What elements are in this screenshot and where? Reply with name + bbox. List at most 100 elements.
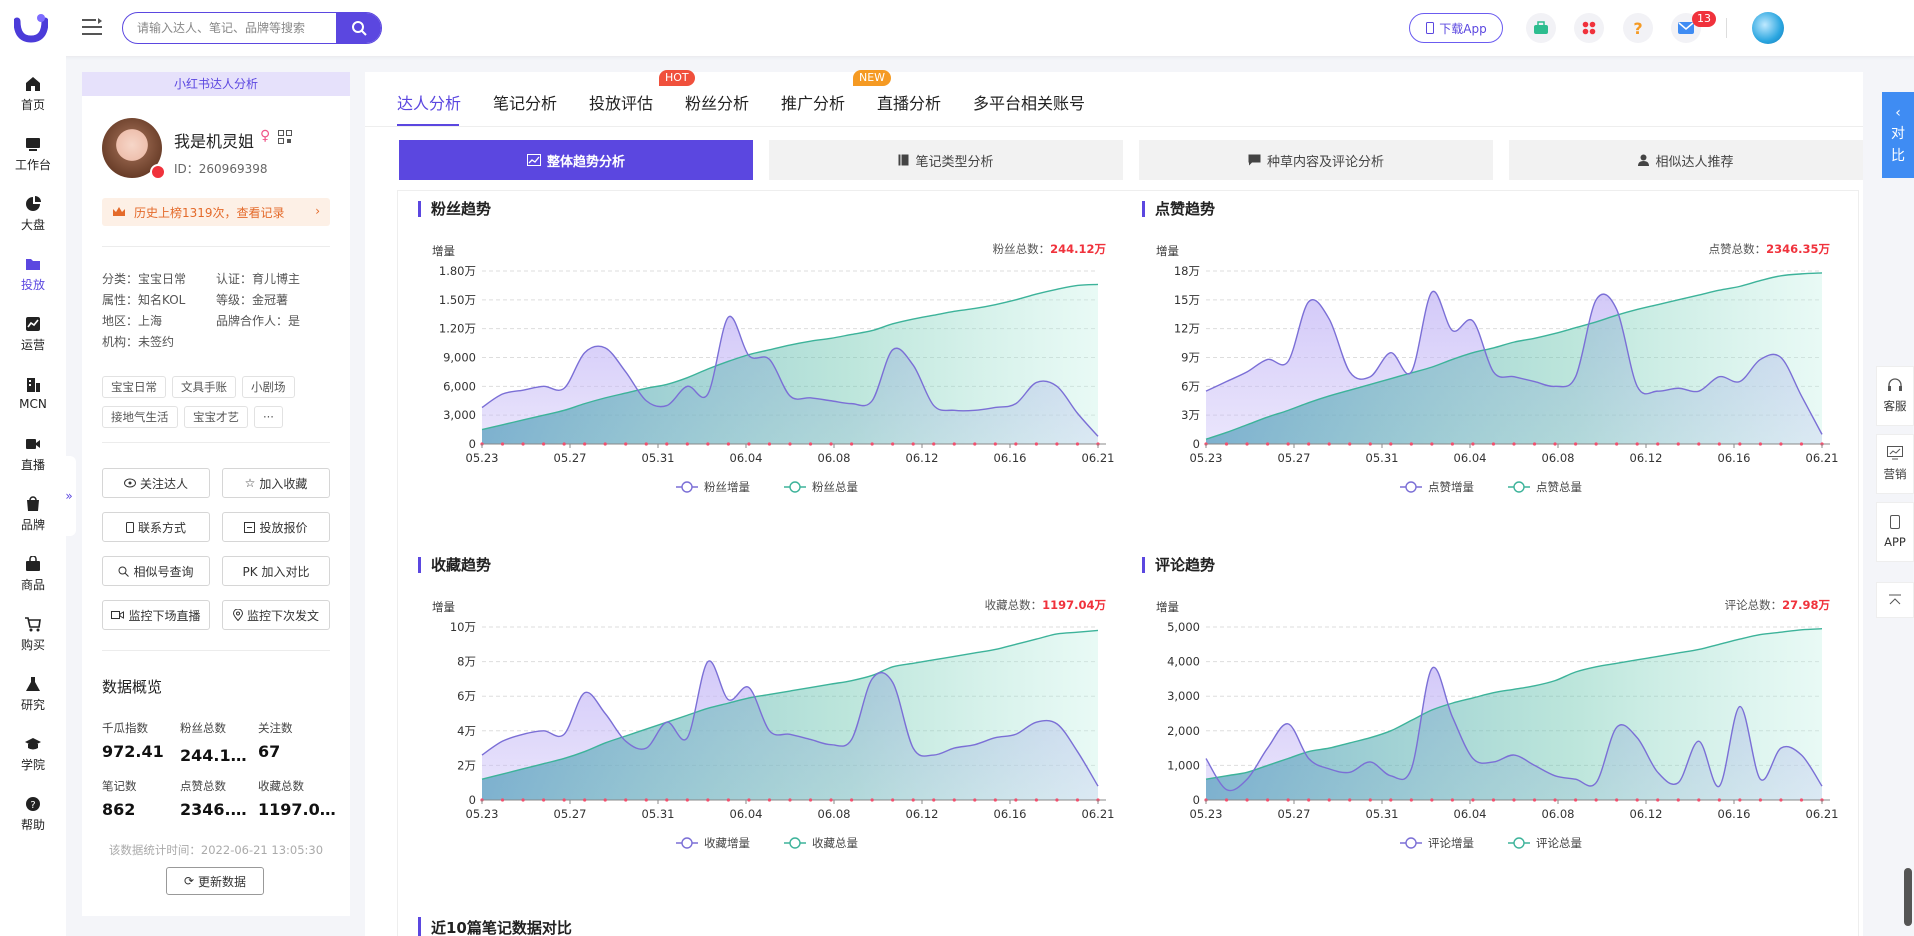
data-point[interactable] [850, 442, 854, 446]
data-point[interactable] [500, 442, 505, 446]
data-point[interactable] [542, 798, 546, 802]
data-point[interactable] [624, 442, 628, 446]
data-point[interactable] [829, 798, 833, 802]
data-point[interactable] [1779, 442, 1783, 446]
tab-live-analysis[interactable]: 直播分析 [877, 90, 941, 114]
data-point[interactable] [644, 798, 648, 802]
back-to-top-button[interactable] [1876, 582, 1914, 618]
data-point[interactable] [911, 798, 915, 802]
data-point[interactable] [1409, 442, 1413, 446]
app-button[interactable]: APP [1876, 502, 1914, 562]
data-point[interactable] [1327, 442, 1331, 446]
tag[interactable]: 文具手账 [172, 376, 236, 398]
data-point[interactable] [1799, 798, 1804, 802]
data-point[interactable] [542, 442, 546, 446]
menu-toggle-icon[interactable] [80, 16, 104, 38]
data-point[interactable] [767, 442, 772, 446]
data-point[interactable] [1656, 798, 1660, 802]
search-input[interactable] [137, 13, 337, 42]
subtab-overall-trend[interactable]: 整体趋势分析 [399, 140, 753, 180]
data-point[interactable] [932, 442, 936, 446]
rank-history-link[interactable]: 历史上榜1319次，查看记录 › [102, 198, 330, 226]
nav-item[interactable]: 大盘 [0, 186, 66, 242]
data-point[interactable] [850, 798, 854, 802]
data-point[interactable] [1717, 798, 1721, 802]
data-point[interactable] [1348, 798, 1352, 802]
data-point[interactable] [685, 798, 689, 802]
data-point[interactable] [1348, 442, 1352, 446]
data-point[interactable] [952, 798, 956, 802]
data-point[interactable] [726, 442, 730, 446]
nav-item[interactable]: 工作台 [0, 126, 66, 182]
nav-item[interactable]: MCN [0, 366, 66, 422]
apps-grid-icon[interactable] [1574, 13, 1604, 43]
nav-item[interactable]: 运营 [0, 306, 66, 362]
subtab-note-type[interactable]: 笔记类型分析 [769, 140, 1123, 180]
data-point[interactable] [1055, 442, 1059, 446]
data-point[interactable] [521, 798, 525, 802]
data-point[interactable] [1532, 442, 1537, 446]
monitor-live-button[interactable]: 监控下场直播 [102, 600, 210, 630]
customer-service-button[interactable]: 客服 [1876, 366, 1914, 426]
briefcase-icon[interactable] [1526, 13, 1556, 43]
data-point[interactable] [747, 442, 751, 446]
app-logo[interactable] [14, 13, 48, 43]
data-point[interactable] [788, 798, 792, 802]
refresh-data-button[interactable]: ⟳ 更新数据 [166, 867, 264, 895]
data-point[interactable] [1389, 798, 1393, 802]
data-point[interactable] [706, 798, 710, 802]
data-point[interactable] [685, 442, 689, 446]
data-point[interactable] [1389, 442, 1393, 446]
data-point[interactable] [1697, 442, 1701, 446]
data-point[interactable] [1286, 442, 1290, 446]
data-point[interactable] [1075, 442, 1080, 446]
data-point[interactable] [1758, 798, 1762, 802]
data-point[interactable] [911, 442, 915, 446]
legend-item[interactable]: 粉丝增量 [676, 480, 750, 494]
data-point[interactable] [932, 798, 936, 802]
nav-item[interactable]: 研究 [0, 666, 66, 722]
data-point[interactable] [1615, 442, 1619, 446]
more-tags[interactable]: ··· [254, 406, 283, 428]
subtab-content-comments[interactable]: 种草内容及评论分析 [1139, 140, 1493, 180]
data-point[interactable] [1224, 798, 1229, 802]
tag[interactable]: 小剧场 [242, 376, 295, 398]
data-point[interactable] [1697, 798, 1701, 802]
data-point[interactable] [726, 798, 730, 802]
data-point[interactable] [1512, 798, 1516, 802]
legend-item[interactable]: 评论增量 [1400, 836, 1474, 850]
tab-promotion-analysis[interactable]: 推广分析 [781, 90, 845, 114]
data-point[interactable] [1471, 442, 1475, 446]
data-point[interactable] [1574, 798, 1578, 802]
data-point[interactable] [583, 442, 587, 446]
data-point[interactable] [788, 442, 792, 446]
data-point[interactable] [747, 798, 751, 802]
data-point[interactable] [1491, 798, 1496, 802]
data-point[interactable] [583, 798, 587, 802]
data-point[interactable] [1779, 798, 1783, 802]
data-point[interactable] [665, 442, 669, 446]
tab-note-analysis[interactable]: 笔记分析 [493, 90, 557, 114]
data-point[interactable] [1717, 442, 1721, 446]
search-button[interactable] [336, 13, 381, 43]
data-point[interactable] [952, 442, 956, 446]
expand-chevron-icon[interactable]: » [62, 456, 76, 536]
quote-button[interactable]: 投放报价 [222, 512, 330, 542]
follow-button[interactable]: 关注达人 [102, 468, 210, 498]
nav-item[interactable]: 直播 [0, 426, 66, 482]
data-point[interactable] [1553, 798, 1557, 802]
data-point[interactable] [1635, 798, 1639, 802]
user-avatar[interactable] [1752, 12, 1784, 44]
data-point[interactable] [1014, 442, 1018, 446]
data-point[interactable] [644, 442, 648, 446]
data-point[interactable] [1034, 798, 1038, 802]
data-point[interactable] [829, 442, 833, 446]
data-point[interactable] [1055, 798, 1059, 802]
data-point[interactable] [1307, 798, 1311, 802]
data-point[interactable] [1635, 442, 1639, 446]
tab-kol-analysis[interactable]: 达人分析 [397, 90, 461, 114]
contact-button[interactable]: 联系方式 [102, 512, 210, 542]
legend-item[interactable]: 点赞总量 [1508, 480, 1582, 494]
data-point[interactable] [767, 798, 772, 802]
data-point[interactable] [500, 798, 505, 802]
